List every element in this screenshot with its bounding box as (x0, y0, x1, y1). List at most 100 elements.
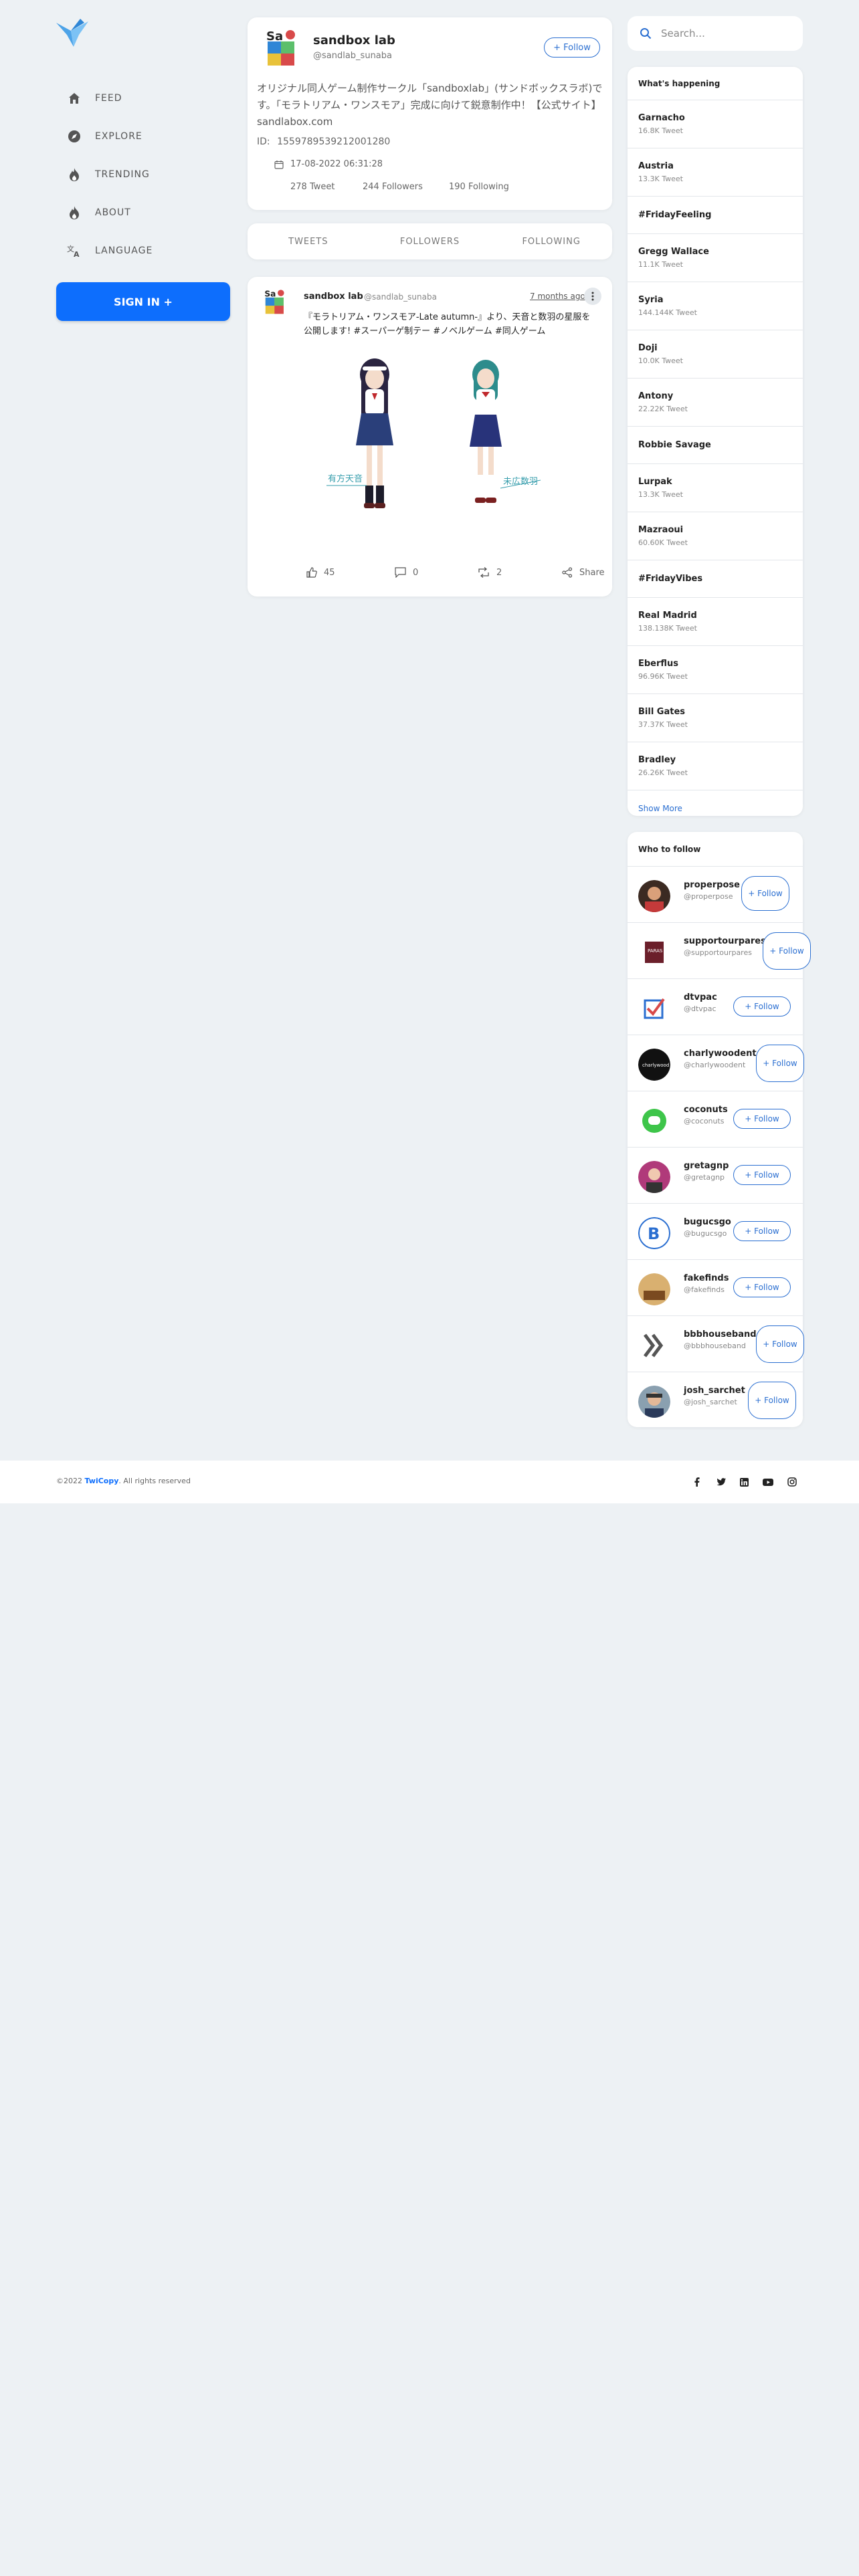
user-handle: @supportourpares (684, 948, 752, 957)
footer-brand[interactable]: TwiCopy (85, 1477, 119, 1485)
logo[interactable] (54, 17, 91, 48)
trend-item[interactable]: Eberflus 96.96K Tweet (628, 646, 803, 694)
follow-user-button[interactable]: + Follow (748, 1382, 796, 1419)
profile-following-count[interactable]: 190 Following (449, 182, 509, 192)
follow-user-button[interactable]: + Follow (733, 1221, 791, 1241)
tab-following[interactable]: FOLLOWING (490, 237, 612, 247)
nav-item-label: LANGUAGE (95, 245, 153, 256)
svg-text:charlywood: charlywood (642, 1063, 669, 1068)
sign-in-button[interactable]: SIGN IN + (56, 282, 230, 321)
avatar[interactable] (638, 1273, 670, 1305)
trend-item[interactable]: Doji 10.0K Tweet (628, 330, 803, 379)
search-bar (628, 16, 803, 51)
trend-name: Bradley (638, 755, 676, 765)
who-to-follow-title: Who to follow (628, 832, 803, 867)
trend-name: Austria (638, 161, 674, 171)
like-button[interactable]: 45 (306, 567, 335, 578)
user-name: dtvpac (684, 992, 717, 1002)
trend-name: Real Madrid (638, 611, 697, 621)
copyright-suffix: . All rights reserved (118, 1477, 191, 1485)
trend-name: Gregg Wallace (638, 247, 709, 257)
follow-suggestion: properpose @properpose + Follow (628, 867, 803, 923)
follow-suggestion: B bugucsgo @bugucsgo + Follow (628, 1204, 803, 1260)
copyright-prefix: ©2022 (56, 1477, 82, 1485)
instagram-icon[interactable] (785, 1475, 799, 1489)
show-more-link[interactable]: Show More (628, 790, 803, 816)
trend-item[interactable]: Real Madrid 138.138K Tweet (628, 598, 803, 646)
comment-icon (395, 567, 413, 578)
profile-followers-count[interactable]: 244 Followers (363, 182, 423, 192)
profile-tweets-count[interactable]: 278 Tweet (290, 182, 335, 192)
svg-text:Sa: Sa (266, 29, 283, 43)
nav-item-label: FEED (95, 93, 122, 104)
tweet-text: 『モラトリアム・ワンスモア-Late autumn-』より、天音と数羽の星服を公… (304, 312, 591, 336)
follow-user-button[interactable]: + Follow (741, 876, 789, 911)
tab-tweets[interactable]: TWEETS (248, 237, 369, 247)
svg-text:Sa: Sa (264, 290, 276, 299)
more-options-icon[interactable] (584, 288, 601, 305)
follow-user-button[interactable]: + Follow (756, 1325, 804, 1363)
tweet-image[interactable]: 有方天音 未広数羽 (313, 354, 554, 555)
follow-user-button[interactable]: + Follow (733, 996, 791, 1016)
avatar[interactable] (638, 992, 670, 1025)
follow-suggestion: charlywood charlywoodent @charlywoodent … (628, 1035, 804, 1091)
share-button[interactable]: Share (562, 567, 605, 578)
nav-item-explore[interactable]: EXPLORE (67, 126, 142, 146)
trend-item[interactable]: Syria 144.144K Tweet (628, 282, 803, 330)
trend-count: 60.60K Tweet (638, 538, 688, 547)
tab-followers[interactable]: FOLLOWERS (369, 237, 491, 247)
avatar[interactable]: charlywood (638, 1049, 670, 1081)
follow-button[interactable]: + Follow (544, 37, 600, 58)
avatar[interactable] (638, 1105, 670, 1137)
facebook-icon[interactable] (690, 1475, 704, 1489)
trend-item[interactable]: Mazraoui 60.60K Tweet (628, 512, 803, 560)
profile-bio: オリジナル同人ゲーム制作サークル「sandboxlab」(サンドボックスラボ)で… (257, 82, 603, 128)
trend-item[interactable]: Austria 13.3K Tweet (628, 148, 803, 197)
nav-item-feed[interactable]: FEED (67, 88, 122, 108)
profile-name: sandbox lab (313, 33, 395, 47)
home-icon (67, 91, 82, 106)
retweet-button[interactable]: 2 (478, 567, 502, 578)
avatar[interactable] (638, 1386, 670, 1418)
comment-button[interactable]: 0 (395, 567, 418, 578)
trend-name: Doji (638, 343, 658, 353)
user-name: gretagnp (684, 1161, 729, 1171)
avatar[interactable] (638, 1329, 670, 1362)
follow-user-button[interactable]: + Follow (756, 1045, 804, 1082)
user-name: bugucsgo (684, 1217, 731, 1227)
youtube-icon[interactable] (761, 1475, 775, 1489)
avatar[interactable] (638, 880, 670, 912)
user-name: josh_sarchet (684, 1386, 745, 1396)
trend-item[interactable]: #FridayFeeling (628, 197, 803, 234)
trend-item[interactable]: Robbie Savage (628, 427, 803, 464)
follow-user-button[interactable]: + Follow (733, 1277, 791, 1297)
trend-item[interactable]: Lurpak 13.3K Tweet (628, 464, 803, 512)
trend-name: #FridayVibes (638, 574, 703, 584)
trend-item[interactable]: Gregg Wallace 11.1K Tweet (628, 234, 803, 282)
nav-item-about[interactable]: ABOUT (67, 203, 131, 223)
trend-count: 96.96K Tweet (638, 672, 688, 681)
follow-user-button[interactable]: + Follow (733, 1109, 791, 1129)
avatar[interactable] (638, 1161, 670, 1193)
trend-item[interactable]: Bradley 26.26K Tweet (628, 742, 803, 790)
trend-item[interactable]: Bill Gates 37.37K Tweet (628, 694, 803, 742)
profile-avatar[interactable]: Sa (261, 27, 302, 68)
user-name: coconuts (684, 1105, 728, 1115)
tweet-timestamp[interactable]: 7 months ago (530, 292, 585, 301)
nav-item-trending[interactable]: TRENDING (67, 165, 150, 185)
follow-user-button[interactable]: + Follow (733, 1165, 791, 1185)
trend-item[interactable]: Antony 22.22K Tweet (628, 379, 803, 427)
svg-text:A: A (74, 250, 80, 257)
avatar[interactable]: B (638, 1217, 670, 1249)
trend-item[interactable]: Garnacho 16.8K Tweet (628, 100, 803, 148)
search-input[interactable] (661, 27, 788, 39)
tweet-avatar[interactable]: Sa (261, 288, 289, 316)
twitter-icon[interactable] (714, 1475, 728, 1489)
trend-count: 13.3K Tweet (638, 175, 683, 183)
trend-item[interactable]: #FridayVibes (628, 560, 803, 598)
follow-user-button[interactable]: + Follow (763, 932, 811, 970)
avatar[interactable]: PARAS (638, 936, 670, 968)
user-handle: @fakefinds (684, 1285, 725, 1294)
linkedin-icon[interactable] (737, 1475, 751, 1489)
nav-item-language[interactable]: 文A LANGUAGE (67, 241, 153, 261)
